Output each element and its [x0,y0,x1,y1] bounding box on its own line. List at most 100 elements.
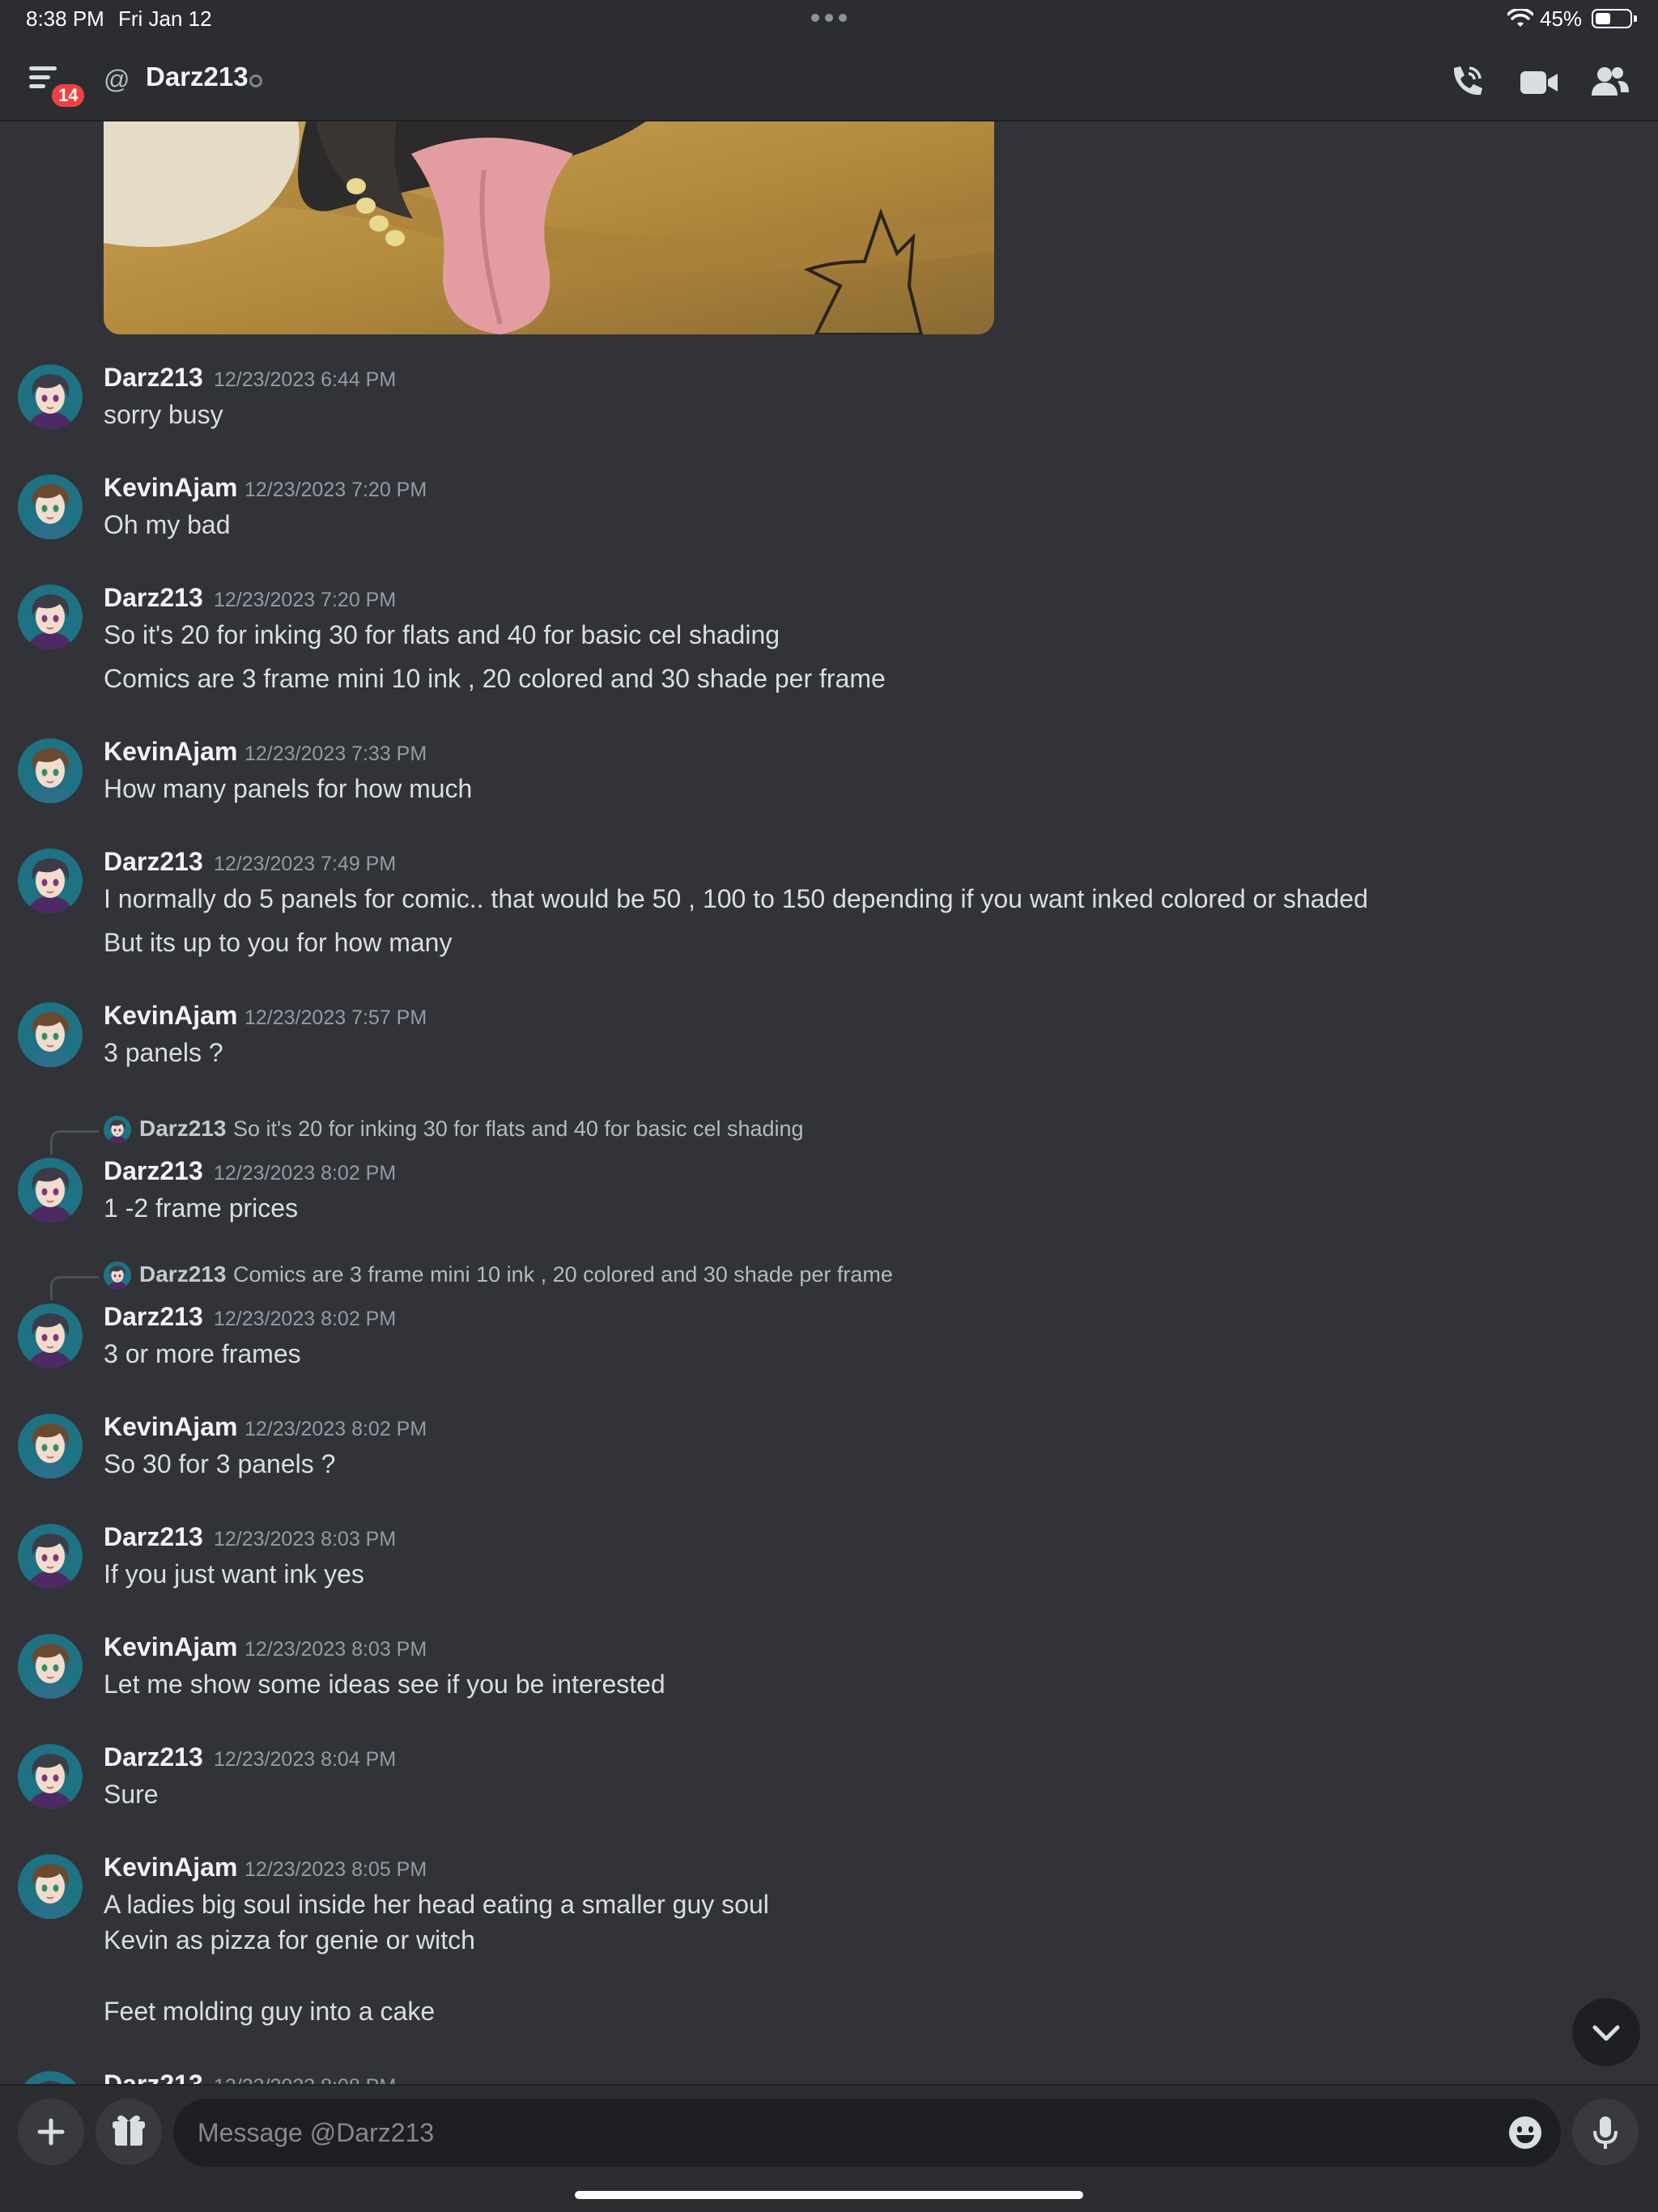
avatar[interactable] [18,1158,83,1223]
avatar[interactable] [18,585,83,649]
message-text: 3 panels ? [104,1038,223,1067]
avatar[interactable] [18,1002,83,1067]
message-author[interactable]: Darz213 [104,1302,203,1332]
add-attachment-button[interactable] [18,2099,84,2165]
message-timestamp: 12/23/2023 8:02 PM [214,1308,397,1330]
avatar[interactable] [18,1744,83,1809]
message-timestamp: 12/23/2023 7:20 PM [214,589,397,611]
avatar[interactable] [104,1261,131,1289]
at-sign-icon: @ [104,65,130,94]
message-timestamp: 12/23/2023 7:49 PM [214,853,397,875]
message-author[interactable]: KevinAjam [104,1853,237,1882]
message-text: Feet molding guy into a cake [104,1997,436,2026]
message-text: Kevin as pizza for genie or witch [104,1925,475,1955]
message-text: How many panels for how much [104,774,473,803]
message-timestamp: 12/23/2023 8:04 PM [214,1748,397,1771]
message-author[interactable]: Darz213 [104,583,203,613]
battery-icon [1592,9,1637,28]
status-date: Fri Jan 12 [118,6,212,31]
members-icon[interactable] [1587,60,1632,105]
avatar[interactable] [18,1634,83,1699]
hamburger-menu-icon[interactable]: 14 [24,58,88,110]
message-author[interactable]: KevinAjam [104,1412,237,1442]
avatar[interactable] [18,1304,83,1368]
message-text: 3 or more frames [104,1339,301,1368]
reply-spine [50,1130,99,1155]
channel-header: 14 @ Darz213 [0,39,1658,121]
video-camera-icon[interactable] [1516,60,1561,105]
notification-badge: 14 [49,81,88,110]
plus-icon [37,2118,65,2146]
reply-text: So it's 20 for inking 30 for flats and 4… [233,1117,804,1141]
message-timestamp: 12/23/2023 8:02 PM [214,1162,397,1185]
avatar[interactable] [18,474,83,539]
image-attachment[interactable] [104,121,994,334]
message-text: Oh my bad [104,510,231,539]
reply-author: Darz213 [139,1261,227,1287]
avatar[interactable] [18,1524,83,1589]
message-timestamp: 12/23/2023 6:44 PM [214,368,397,391]
message-timestamp: 12/23/2023 8:02 PM [244,1418,427,1440]
artwork-image [104,121,994,334]
message-author[interactable]: KevinAjam [104,737,237,767]
message-author[interactable]: Darz213 [104,1522,203,1552]
battery-fill [1596,13,1610,24]
avatar[interactable] [18,2071,83,2084]
avatar[interactable] [18,1414,83,1478]
avatar[interactable] [18,364,83,429]
phone-call-icon[interactable] [1443,60,1488,105]
message-composer [0,2084,1658,2212]
gift-icon [113,2115,145,2146]
reply-text: Comics are 3 frame mini 10 ink , 20 colo… [233,1262,893,1287]
message-author[interactable]: KevinAjam [104,1632,237,1662]
multitasking-dots-icon[interactable] [811,14,847,22]
message-timestamp: 12/23/2023 8:08 PM [214,2075,396,2084]
discord-dm-screen: 8:38 PM Fri Jan 12 45% 14 @ Darz213 Darz… [0,0,1658,2212]
message-input-box[interactable] [173,2099,1561,2167]
message-text: If you just want ink yes [104,1559,364,1589]
message-author[interactable]: Darz213 [104,363,203,393]
avatar[interactable] [18,738,83,803]
message-timestamp: 12/23/2023 7:33 PM [244,742,427,765]
avatar[interactable] [104,1116,131,1143]
message-author[interactable]: Darz213 [104,1156,203,1186]
message-text: Sure [104,1780,159,1809]
message-list[interactable]: Darz213 12/23/2023 6:44 PM sorry busy Kevin… [0,121,1658,2084]
message-text: So 30 for 3 panels ? [104,1449,336,1478]
status-bar: 8:38 PM Fri Jan 12 45% [0,0,1658,39]
message-author[interactable]: KevinAjam [104,473,237,503]
avatar[interactable] [18,1854,83,1919]
message-timestamp: 12/23/2023 7:20 PM [244,479,427,501]
offline-status-icon [249,74,262,87]
message-timestamp: 12/23/2023 8:03 PM [244,1638,427,1661]
reply-spine [50,1276,99,1300]
message-author[interactable]: Darz213 [104,2069,203,2084]
jump-to-latest-button[interactable] [1572,1998,1640,2066]
reply-author: Darz213 [139,1116,227,1141]
message-timestamp: 12/23/2023 8:03 PM [214,1528,397,1551]
message-author[interactable]: KevinAjam [104,1001,237,1031]
reply-preview[interactable]: Darz213 Comics are 3 frame mini 10 ink , … [0,1260,1658,1300]
message-text: But its up to you for how many [104,928,453,957]
message-text: sorry busy [104,400,223,429]
avatar[interactable] [18,849,83,913]
message-text: 1 -2 frame prices [104,1193,299,1223]
status-time: 8:38 PM [26,6,104,31]
message-timestamp: 12/23/2023 7:57 PM [244,1006,427,1029]
message-input[interactable] [198,2099,1460,2167]
message-timestamp: 12/23/2023 8:05 PM [244,1858,427,1881]
message-text: So it's 20 for inking 30 for flats and 4… [104,620,780,649]
home-indicator [575,2191,1083,2199]
voice-message-button[interactable] [1572,2099,1639,2165]
message-text: Comics are 3 frame mini 10 ink , 20 colo… [104,664,886,693]
gift-button[interactable] [96,2099,162,2165]
battery-percent: 45% [1540,6,1583,31]
message-author[interactable]: Darz213 [104,1742,203,1772]
message-text: A ladies big soul inside her head eating… [104,1890,769,1919]
page-title[interactable]: Darz213 [146,62,249,92]
wifi-icon [1507,9,1533,27]
message-author[interactable]: Darz213 [104,847,203,877]
reply-preview[interactable]: Darz213 So it's 20 for inking 30 for flat… [0,1114,1658,1155]
emoji-icon[interactable] [1507,2115,1543,2150]
message-text: I normally do 5 panels for comic.. that … [104,884,1368,913]
